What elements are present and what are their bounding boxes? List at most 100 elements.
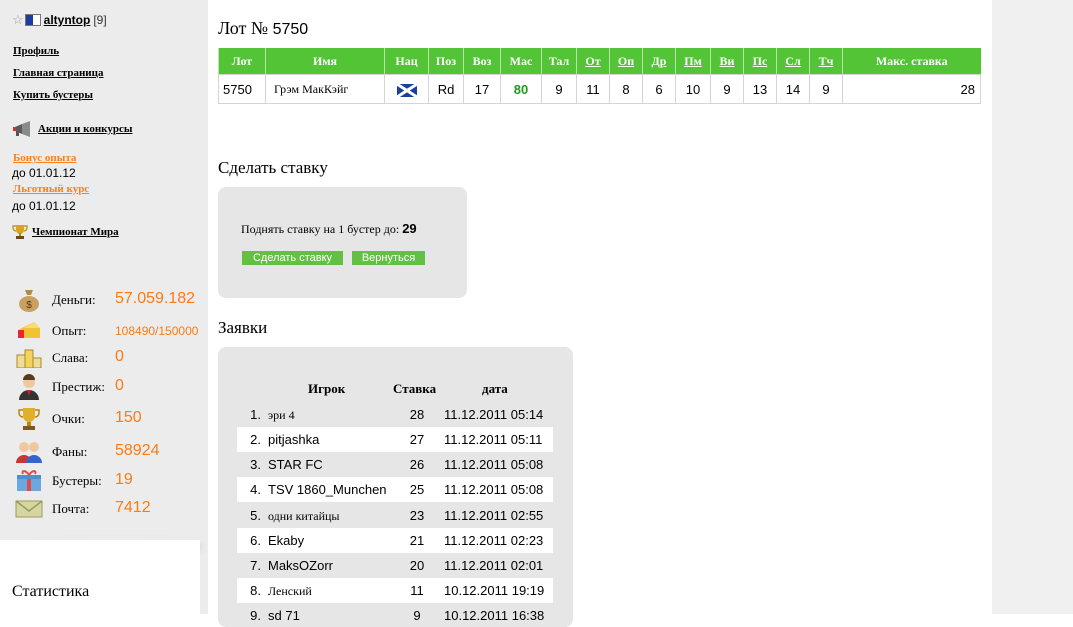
cell-max-bid: 28 [842,74,981,104]
col-tch[interactable]: Тч [809,48,843,75]
stat-value: 58924 [115,442,160,459]
bonus-exp-link[interactable]: Бонус опыта [13,152,76,164]
row-player[interactable]: MaksOZorr [268,558,333,573]
world-cup-link[interactable]: Чемпионат Мира [12,224,119,240]
buy-boosters-link[interactable]: Купить бустеры [13,89,93,101]
col-dr[interactable]: Др [642,48,676,75]
cell-sl: 14 [776,74,810,104]
bid-amount: 29 [402,221,417,236]
row-player[interactable]: TSV 1860_Munchen [268,482,387,497]
col-nation: Нац [384,48,429,75]
col-lot: Лот [218,48,266,75]
stat-value: 150 [115,409,142,426]
cell-pm: 10 [675,74,711,104]
row-player[interactable]: эри 4 [268,408,295,423]
podium-icon [14,344,44,372]
request-row: 6. Ekaby 21 11.12.2011 02:23 [237,528,553,553]
cell-tal: 9 [541,74,577,104]
home-link[interactable]: Главная страница [13,67,103,79]
stat-value: 19 [115,471,133,488]
row-date: 11.12.2011 02:55 [444,508,544,523]
row-number: 9. [250,608,261,623]
stat-prestige: Престиж: 0 [14,373,124,401]
row-date: 11.12.2011 02:23 [444,533,544,548]
cell-op: 8 [609,74,643,104]
envelope-icon [14,495,44,523]
cell-player-name[interactable]: Грэм МакКэйг [265,74,385,104]
user-level: [9] [93,13,107,27]
col-op[interactable]: Оп [609,48,643,75]
scotland-flag-icon [396,83,417,97]
stat-label: Бустеры: [52,473,102,488]
col-position: Поз [428,48,464,75]
col-mas: Мас [500,48,542,75]
row-bid: 20 [409,558,425,573]
back-button[interactable]: Вернуться [352,251,425,265]
stat-mail: Почта: 7412 [14,495,151,523]
stat-money: $ Деньги: 57.059.182 [14,286,195,314]
col-vi[interactable]: Ви [710,48,744,75]
row-player[interactable]: pitjashka [268,432,319,447]
bid-section-title: Сделать ставку [218,158,328,177]
lot-title: Лот № 5750 [218,18,308,39]
stat-label: Слава: [52,350,89,365]
preferential-rate-date: до 01.01.12 [12,199,76,213]
col-tal: Тал [541,48,577,75]
profile-link[interactable]: Профиль [13,45,59,57]
request-row: 2. pitjashka 27 11.12.2011 05:11 [237,427,553,452]
request-row: 3. STAR FC 26 11.12.2011 05:08 [237,452,553,477]
col-ot[interactable]: От [576,48,610,75]
row-number: 4. [250,482,261,497]
row-number: 8. [250,583,261,598]
stat-label: Деньги: [52,292,96,307]
col-ps[interactable]: Пс [743,48,777,75]
cell-vi: 9 [710,74,744,104]
row-bid: 21 [409,533,425,548]
cell-lot: 5750 [218,74,266,104]
lot-title-prefix: Лот № [218,18,269,38]
row-number: 1. [250,407,261,422]
row-date: 11.12.2011 05:08 [444,457,544,472]
cell-ot: 11 [576,74,610,104]
cell-age: 17 [463,74,501,104]
row-player[interactable]: Ленский [268,584,312,599]
row-bid: 26 [409,457,425,472]
row-player[interactable]: STAR FC [268,457,323,472]
stat-value: 7412 [115,499,151,516]
cell-position: Rd [428,74,464,104]
lot-table: Лот Имя Нац Поз Воз Мас Тал От Оп Др Пм … [218,48,981,104]
promos-link[interactable]: Акции и конкурсы [12,121,132,137]
cell-tch: 9 [809,74,843,104]
fans-icon [14,438,44,466]
bid-text: Поднять ставку на 1 бустер до: [241,222,400,236]
stat-label: Престиж: [52,379,105,394]
cell-mas: 80 [500,74,542,104]
col-pm[interactable]: Пм [675,48,711,75]
row-bid: 27 [409,432,425,447]
row-player[interactable]: одни китайцы [268,509,339,524]
lot-table-header: Лот Имя Нац Поз Воз Мас Тал От Оп Др Пм … [218,48,981,75]
stat-boosters: Бустеры: 19 [14,467,133,495]
request-row: 8. Ленский 11 10.12.2011 19:19 [237,578,553,603]
megaphone-icon [13,121,30,137]
row-bid: 28 [409,407,425,422]
trophy-icon [12,225,28,239]
stat-fame: Слава: 0 [14,344,124,372]
stat-label: Опыт: [52,323,87,338]
preferential-rate-link[interactable]: Льготный курс [13,183,89,195]
col-max-bid: Макс. ставка [842,48,981,75]
main-content: Лот № 5750 Лот Имя Нац Поз Воз Мас Тал О… [208,0,992,627]
lot-number: 5750 [272,21,309,38]
stat-value: 0 [115,348,124,365]
row-player[interactable]: Ekaby [268,533,304,548]
row-player[interactable]: sd 71 [268,608,300,623]
col-sl[interactable]: Сл [776,48,810,75]
row-bid: 11 [410,583,424,598]
bonus-exp-date: до 01.01.12 [12,166,76,180]
place-bid-button[interactable]: Сделать ставку [242,251,343,265]
col-age: Воз [463,48,501,75]
star-icon[interactable]: ☆ [12,12,24,28]
bid-panel: Поднять ставку на 1 бустер до: 29 Сделат… [218,187,467,298]
row-date: 10.12.2011 19:19 [444,583,545,598]
username-link[interactable]: altyntop [44,13,91,27]
